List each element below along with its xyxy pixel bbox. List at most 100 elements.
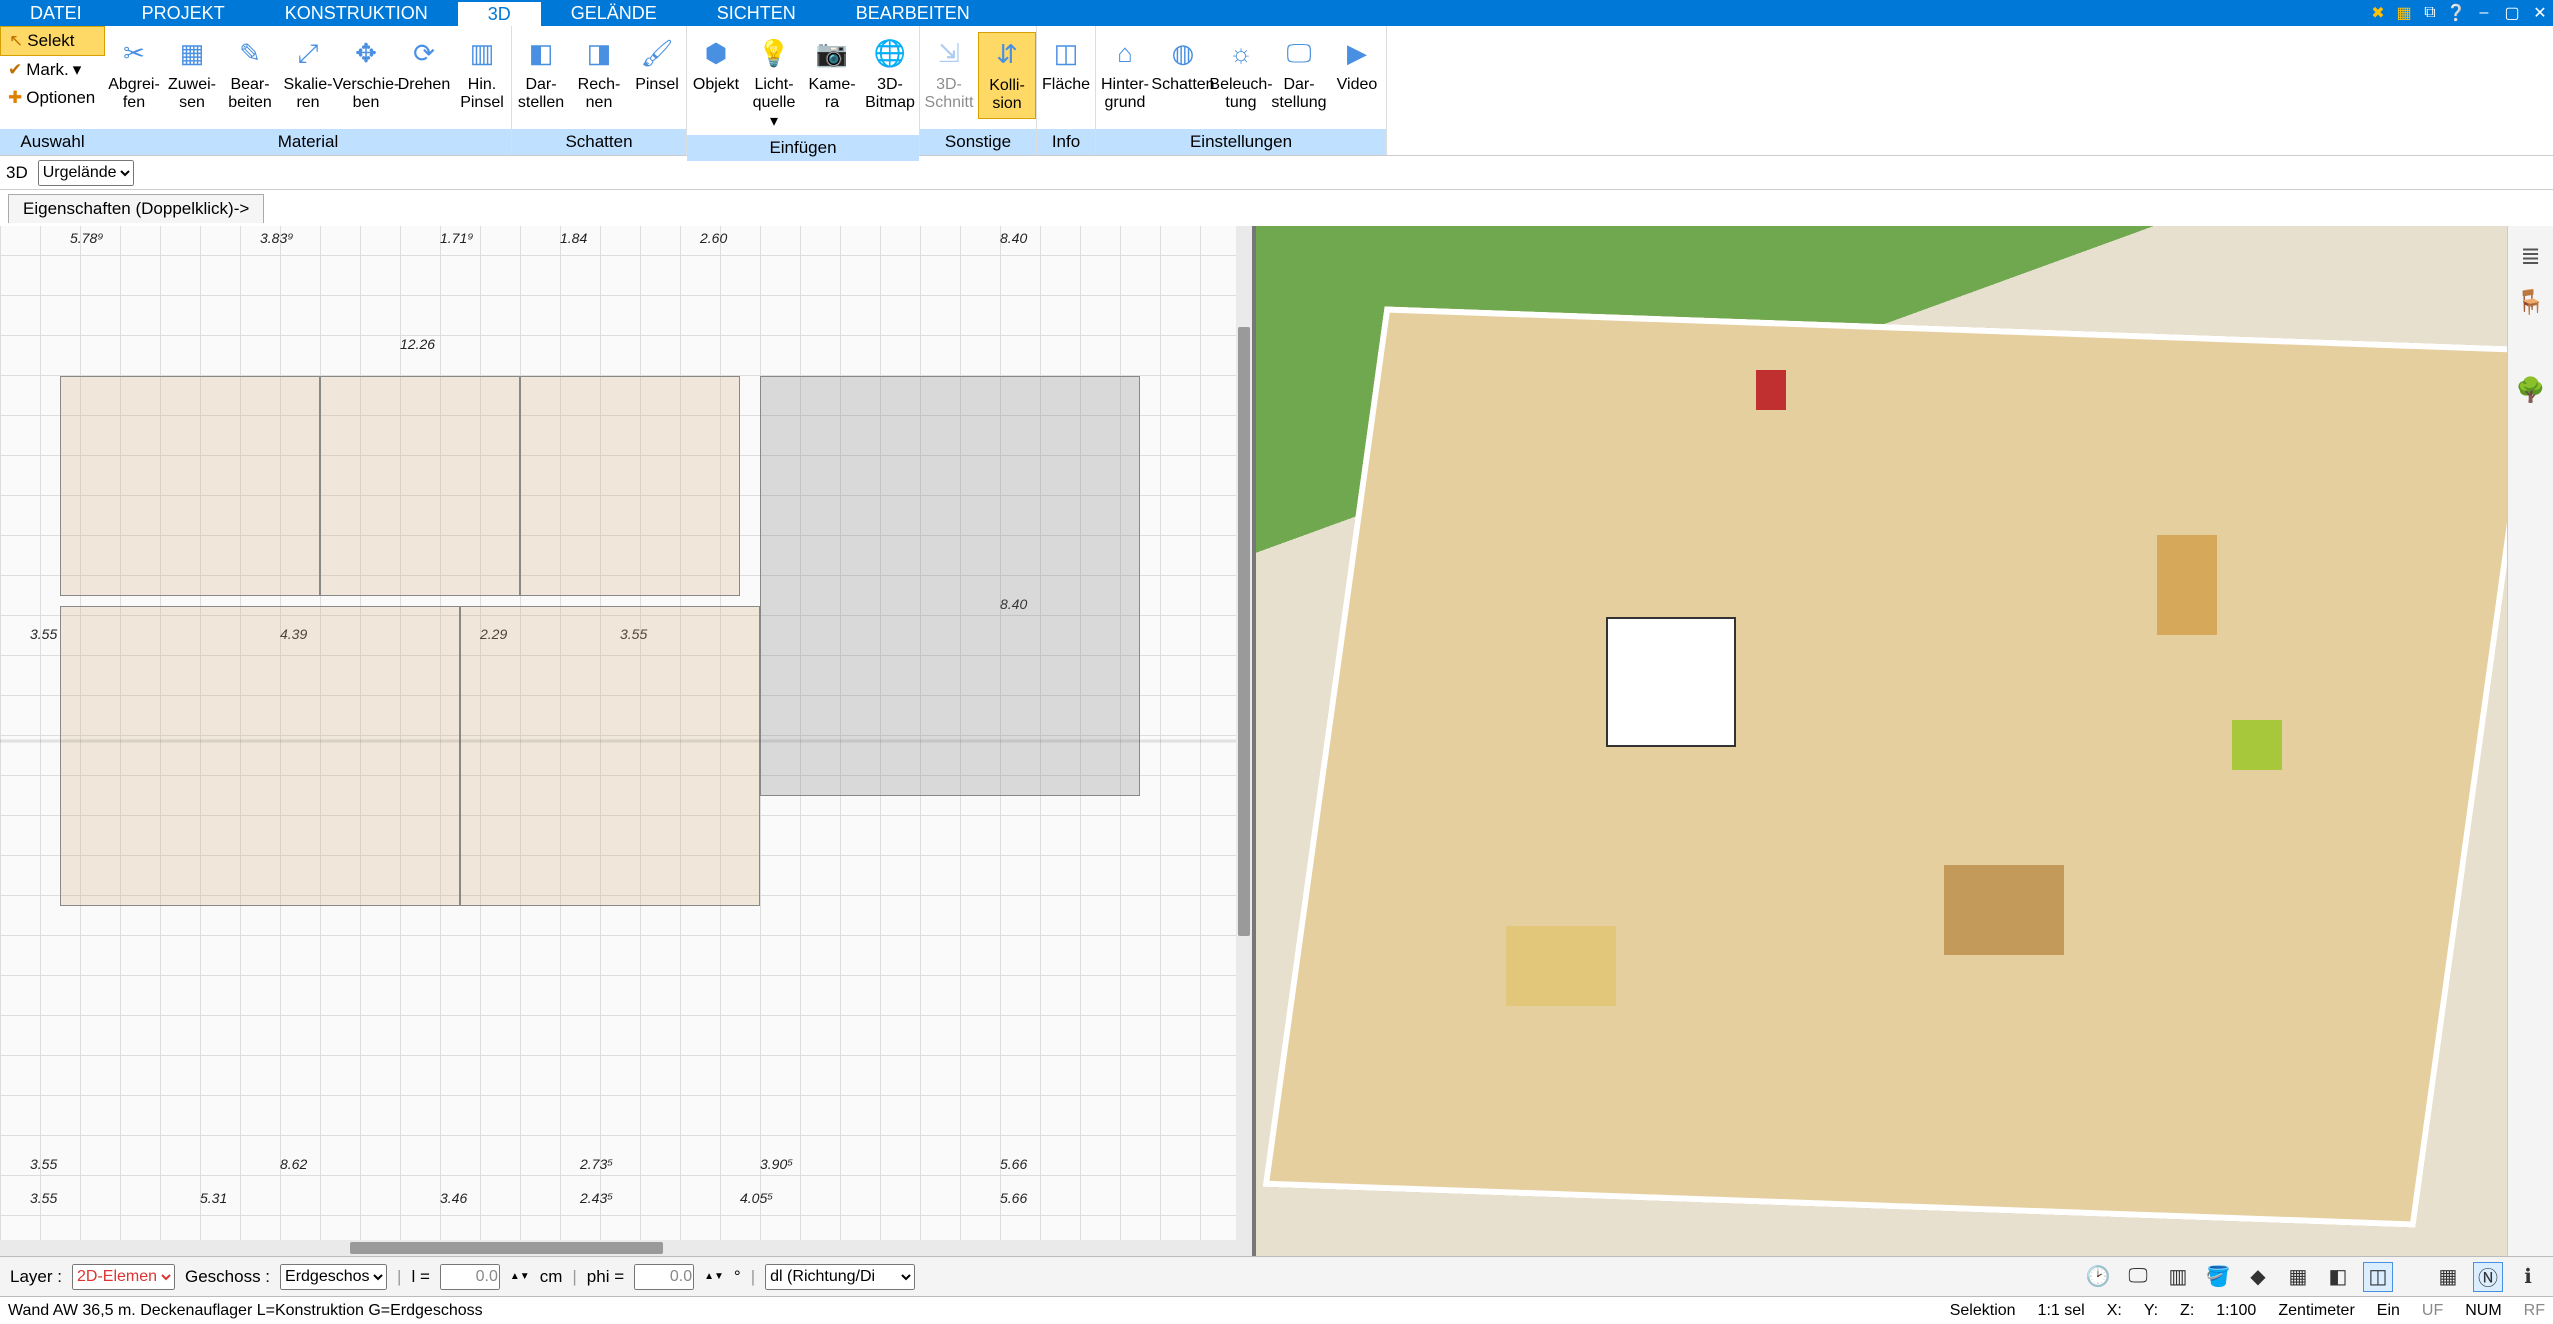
tab-datei[interactable]: DATEI [0,0,112,26]
tab-gelaende[interactable]: GELÄNDE [541,0,687,26]
tab-projekt[interactable]: PROJEKT [112,0,255,26]
north-icon[interactable]: Ⓝ [2473,1262,2503,1292]
cube-shaded-icon[interactable]: ◧ [2323,1262,2353,1292]
schatten-icon: ◍ [1165,36,1201,72]
dl-select[interactable]: dl (Richtung/Di [765,1264,915,1290]
layer-label: Layer : [10,1267,62,1287]
video-icon: ▶ [1339,36,1375,72]
ribbon-group-sonstige: ⇲3D- Schnitt⇵Kolli- sion Sonstige [920,26,1037,155]
sub-toolbar: 3D Urgelände [0,156,2553,190]
group-label: Sonstige [920,129,1036,155]
geschoss-select[interactable]: Erdgeschos [280,1264,387,1290]
status-uf: UF [2422,1302,2443,1320]
ribbon-btn-label: Abgrei- fen [108,76,160,113]
terrain-dropdown[interactable]: Urgelände [38,160,134,186]
colors-icon[interactable] [2517,332,2545,360]
ribbon-btn-pinsel[interactable]: 🖌 Pinsel [628,32,686,98]
2d-plan-view[interactable]: 5.78⁹ 3.83⁹ 1.71⁹ 1.84 2.60 8.40 12.26 3… [0,226,1256,1256]
dim-label: 2.60 [700,230,727,246]
ribbon-btn-label: Dar- stellen [518,76,564,113]
dim-label: 3.55 [30,626,57,642]
ribbon-btn-drehen[interactable]: ⟳Drehen [395,32,453,98]
ribbon-btn-hintergrund[interactable]: ⌂Hinter- grund [1096,32,1154,117]
mark-button[interactable]: ✔Mark. ▾ [0,56,105,84]
ribbon-btn-verschieben[interactable]: ✥Verschie- ben [337,32,395,117]
ribbon-btn-hinpinsel[interactable]: ▥Hin. Pinsel [453,32,511,117]
ribbon-group-auswahl: ↖Selekt ✔Mark. ▾ ✚Optionen Auswahl [0,26,105,155]
ribbon-btn-zuweisen[interactable]: ▦Zuwei- sen [163,32,221,117]
stack-icon[interactable]: ▥ [2163,1262,2193,1292]
properties-tab[interactable]: Eigenschaften (Doppelklick)-> [8,194,264,223]
tools-icon[interactable]: ✖ [2365,0,2391,26]
maximize-button[interactable]: ▢ [2499,0,2525,26]
dim-label: 3.83⁹ [260,230,294,246]
ribbon-btn-darstellung[interactable]: 🖵Dar- stellung [1270,32,1328,117]
tab-bearbeiten[interactable]: BEARBEITEN [826,0,1000,26]
rechnen-icon: ◨ [581,36,617,72]
hintergrund-icon: ⌂ [1107,36,1143,72]
bucket-icon[interactable]: 🪣 [2203,1262,2233,1292]
ribbon-btn-abgreifen[interactable]: ✂ Abgrei- fen [105,32,163,117]
ribbon-btn-video[interactable]: ▶Video [1328,32,1386,98]
ribbon-btn-label: Pinsel [635,76,679,94]
furniture-icon[interactable]: 🪑 [2515,286,2547,318]
ribbon-btn-beleuchtung[interactable]: ☼Beleuch- tung [1212,32,1270,117]
help-icon[interactable]: ❔ [2443,0,2469,26]
dim-label: 3.55 [30,1156,57,1172]
tree-icon[interactable]: 🌳 [2515,374,2547,406]
diamond-icon[interactable]: ◆ [2243,1262,2273,1292]
table-3d [1944,865,2064,955]
minimize-button[interactable]: – [2471,0,2497,26]
ribbon-btn-rechnen[interactable]: ◨Rech- nen [570,32,628,117]
drehen-icon: ⟳ [406,36,442,72]
optionen-button[interactable]: ✚Optionen [0,84,105,112]
tab-3d[interactable]: 3D [458,0,541,26]
ribbon-btn-dschnitt[interactable]: ⇲3D- Schnitt [920,32,978,117]
status-y: Y: [2144,1302,2158,1320]
layers-icon[interactable]: ≣ [2515,240,2547,272]
screenshot-icon[interactable]: ▦ [2391,0,2417,26]
ribbon-group-info: ◫FlächeInfo [1037,26,1096,155]
selekt-button[interactable]: ↖Selekt [0,26,105,56]
ribbon-btn-label: Schatten [1151,76,1214,94]
close-button[interactable]: ✕ [2527,0,2553,26]
ribbon-btn-objekt[interactable]: ⬢Objekt [687,32,745,98]
ribbon-btn-darstellen[interactable]: ◧Dar- stellen [512,32,570,117]
ribbon-btn-label: Kame- ra [808,76,855,113]
plan-h-scrollbar[interactable] [0,1240,1252,1256]
layer-select[interactable]: 2D-Elemen [72,1264,175,1290]
phi-input[interactable] [634,1264,694,1290]
status-hint: Wand AW 36,5 m. Deckenauflager L=Konstru… [8,1302,483,1320]
group-icon[interactable]: ▦ [2283,1262,2313,1292]
status-rf: RF [2524,1302,2545,1320]
ribbon-btn-lichtquelle[interactable]: 💡Licht- quelle ▾ [745,32,803,135]
cube-hollow-icon[interactable]: ◫ [2363,1262,2393,1292]
screen-icon[interactable]: 🖵 [2123,1262,2153,1292]
tab-konstruktion[interactable]: KONSTRUKTION [255,0,458,26]
grid-icon[interactable]: ▦ [2433,1262,2463,1292]
pinsel-icon: 🖌 [639,36,675,72]
ribbon-btn-flche[interactable]: ◫Fläche [1037,32,1095,98]
ribbon-btn-kamera[interactable]: 📷Kame- ra [803,32,861,117]
skalieren-icon: ⤢ [290,36,326,72]
ribbon-btn-bearbeiten[interactable]: ✎Bear- beiten [221,32,279,117]
ribbon-btn-label: Zuwei- sen [168,76,216,113]
dim-label: 3.46 [440,1190,467,1206]
ribbon-btn-dbitmap[interactable]: 🌐3D- Bitmap [861,32,919,117]
length-input[interactable] [440,1264,500,1290]
clock-icon[interactable]: 🕑 [2083,1262,2113,1292]
plan-v-scrollbar[interactable] [1236,226,1252,1240]
abgreifen-icon: ✂ [116,36,152,72]
group-label: Material [105,129,511,155]
3d-view[interactable] [1256,226,2508,1256]
settings-icon[interactable]: ⧉ [2417,0,2443,26]
ribbon-btn-kollision[interactable]: ⇵Kolli- sion [978,32,1036,119]
dim-label: 1.84 [560,230,587,246]
dim-label: 8.40 [1000,596,1027,612]
tab-sichten[interactable]: SICHTEN [687,0,826,26]
ribbon-btn-skalieren[interactable]: ⤢Skalie- ren [279,32,337,117]
properties-tab-row: Eigenschaften (Doppelklick)-> [0,190,2553,226]
right-tool-strip: ≣ 🪑 🌳 [2507,226,2553,1256]
ribbon-btn-schatten[interactable]: ◍ Schatten [1154,32,1212,98]
info-icon[interactable]: ℹ [2513,1262,2543,1292]
